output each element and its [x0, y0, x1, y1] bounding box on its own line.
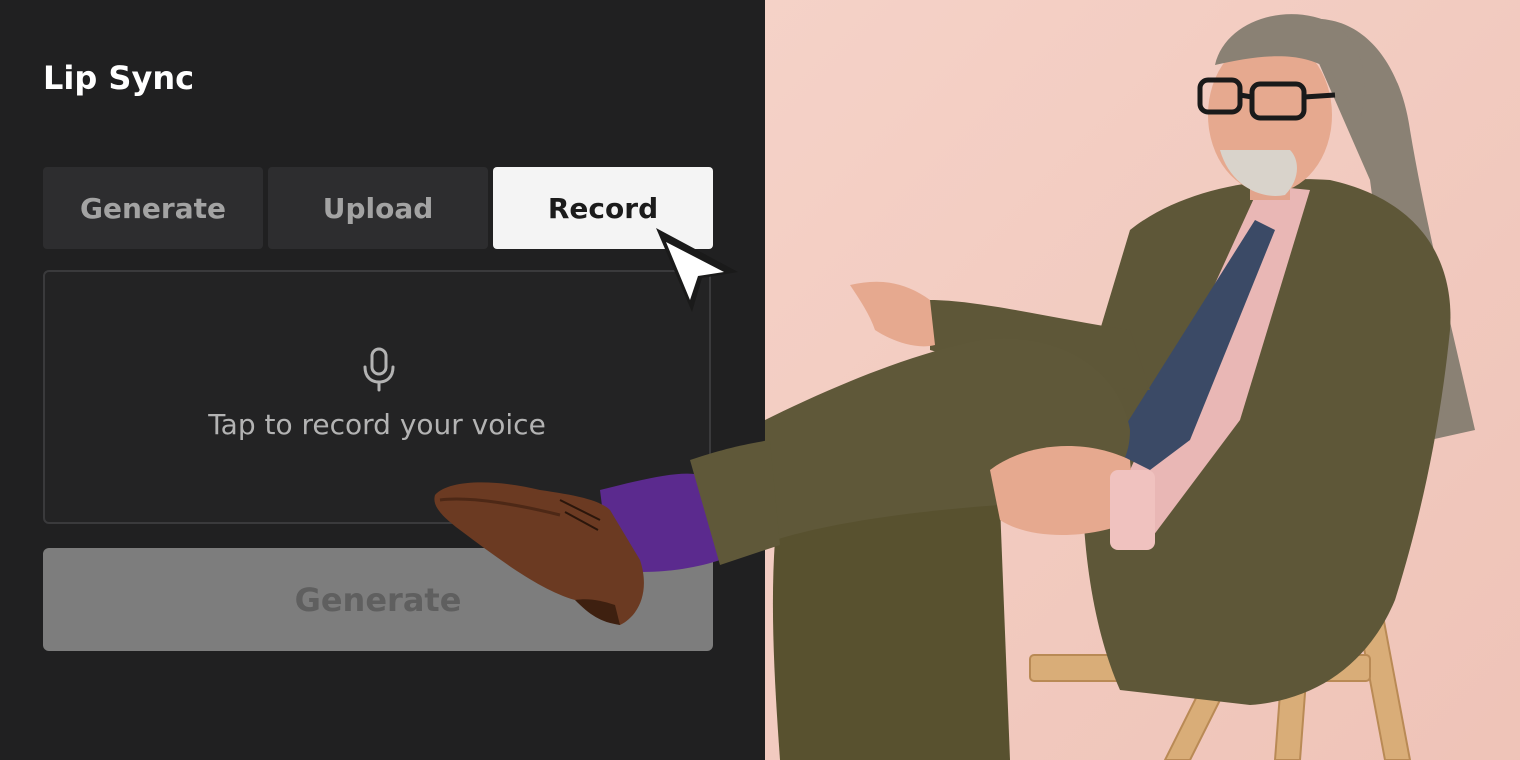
panel-title: Lip Sync: [43, 59, 195, 97]
tab-generate[interactable]: Generate: [43, 167, 263, 249]
generate-button[interactable]: Generate: [43, 548, 713, 651]
lip-sync-panel: Lip Sync Generate Upload Record Tap to r…: [0, 0, 765, 760]
record-voice-area[interactable]: Tap to record your voice: [43, 270, 711, 524]
tab-record[interactable]: Record: [493, 167, 713, 249]
source-tabs: Generate Upload Record: [43, 167, 713, 249]
tab-upload[interactable]: Upload: [268, 167, 488, 249]
wooden-chair: [1029, 519, 1412, 760]
microphone-icon: [363, 347, 395, 392]
record-prompt-text: Tap to record your voice: [208, 408, 546, 441]
